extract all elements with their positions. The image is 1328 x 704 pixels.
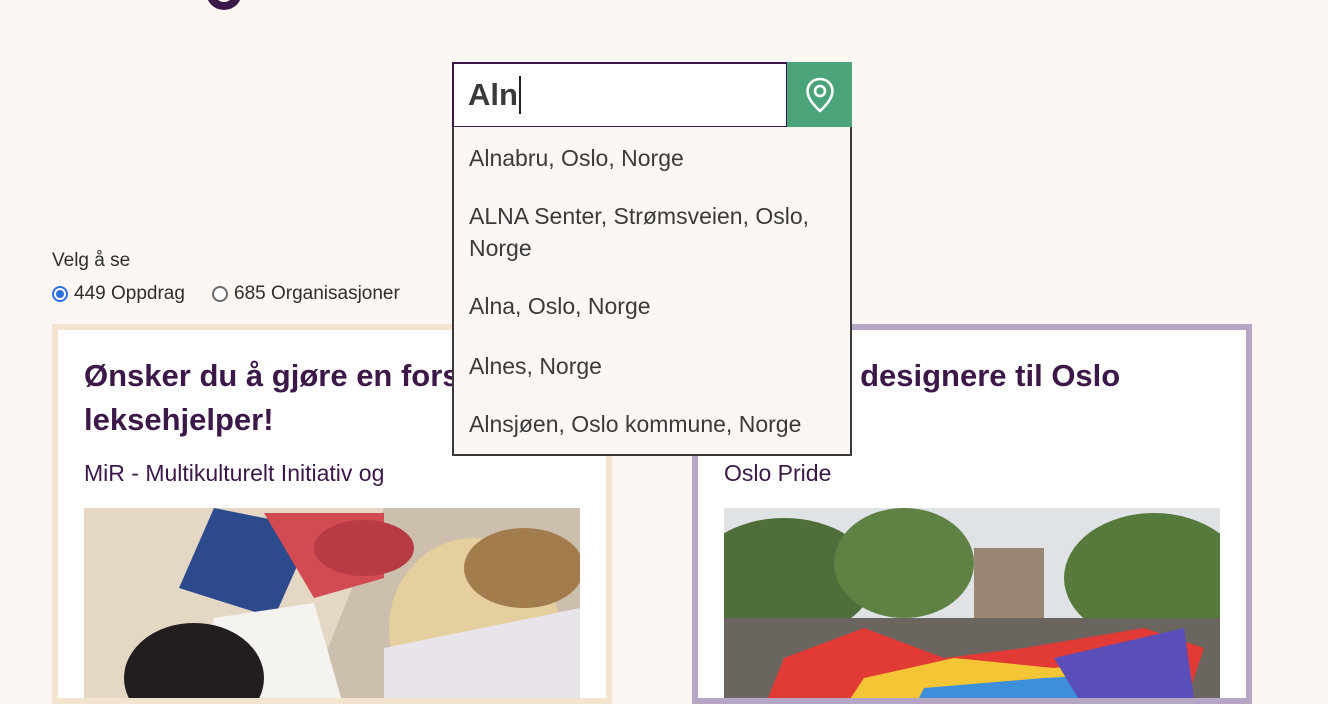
card-organization: MiR - Multikulturelt Initiativ og: [84, 460, 385, 486]
location-suggestions-dropdown: Alnabru, Oslo, Norge ALNA Senter, Strøms…: [452, 127, 852, 456]
suggestion-item[interactable]: Alna, Oslo, Norge: [469, 290, 846, 322]
card-organization: Oslo Pride: [724, 460, 832, 486]
radio-option-oppdrag[interactable]: 449 Oppdrag: [52, 282, 185, 306]
suggestion-item[interactable]: Alnsjøen, Oslo kommune, Norge: [469, 408, 846, 440]
page-title-fragment: [206, 0, 242, 10]
location-search-input[interactable]: [452, 62, 788, 128]
card-image-homework-help: [84, 508, 580, 698]
radio-label: 685 Organisasjoner: [234, 283, 400, 304]
suggestion-item[interactable]: ALNA Senter, Strømsveien, Oslo, Norge: [469, 200, 846, 264]
map-pin-icon: [805, 77, 834, 113]
card-image-pride-parade: [724, 508, 1220, 698]
suggestion-item[interactable]: Alnes, Norge: [469, 350, 846, 382]
suggestion-item[interactable]: Alnabru, Oslo, Norge: [469, 142, 846, 174]
radio-button[interactable]: [212, 286, 228, 302]
radio-button-selected[interactable]: [52, 286, 68, 302]
view-filter-label: Velg å se: [52, 250, 131, 271]
radio-option-organisasjoner[interactable]: 685 Organisasjoner: [212, 282, 400, 306]
use-my-location-button[interactable]: [787, 62, 852, 128]
text-caret: [519, 76, 521, 114]
radio-label: 449 Oppdrag: [74, 283, 185, 304]
